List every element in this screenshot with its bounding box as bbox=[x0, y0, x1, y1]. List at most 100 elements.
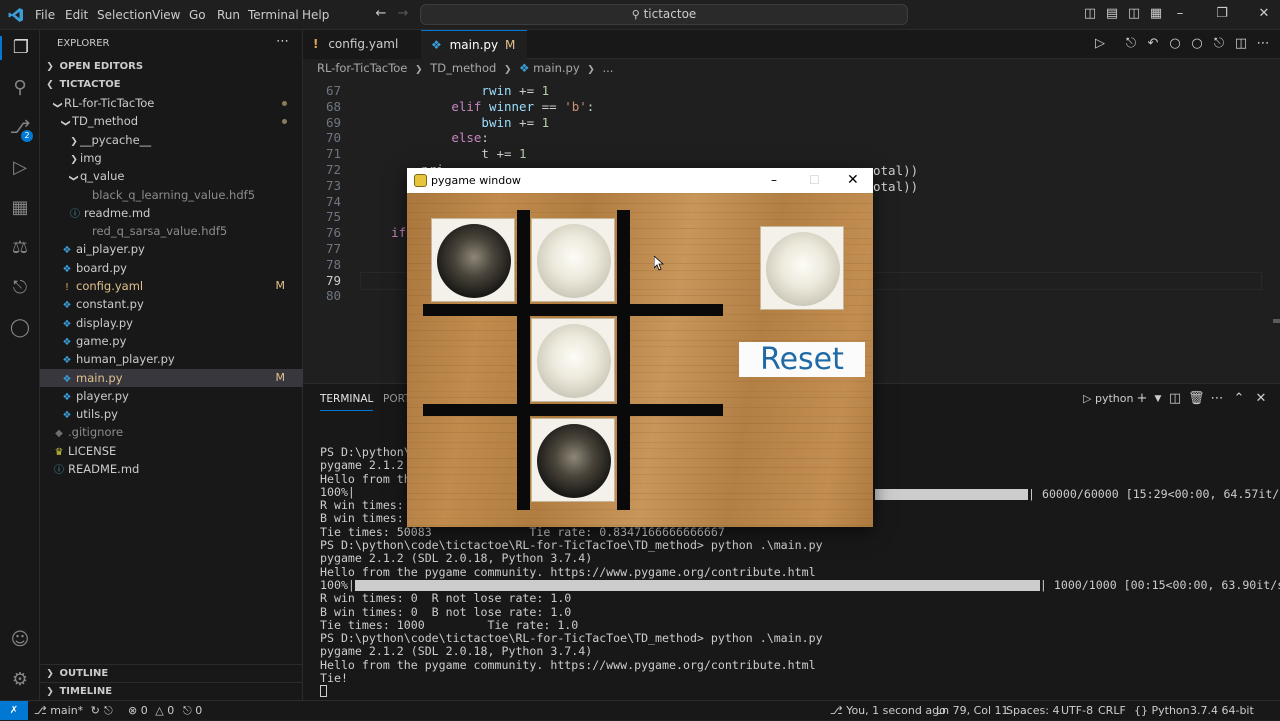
problems-item[interactable]: ⊗ 0 △ 0 bbox=[128, 701, 174, 721]
board-cell[interactable] bbox=[531, 318, 615, 402]
encoding[interactable]: UTF-8 bbox=[1061, 701, 1093, 721]
panel-more-icon[interactable]: ⋯ bbox=[1209, 391, 1225, 407]
tree-item[interactable]: ❖ display.py bbox=[40, 314, 303, 332]
close-panel-icon[interactable]: ✕ bbox=[1253, 391, 1269, 407]
tree-item[interactable]: red_q_sarsa_value.hdf5 bbox=[40, 222, 303, 240]
toggle-blame-icon[interactable]: ⎋ bbox=[1211, 36, 1227, 52]
kill-terminal-icon[interactable]: 🗑 bbox=[1188, 391, 1205, 407]
extensions-icon[interactable]: ▦ bbox=[8, 196, 32, 220]
open-editors-section[interactable]: ❯ OPEN EDITORS bbox=[40, 58, 303, 76]
breadcrumb-item[interactable]: TD_method bbox=[430, 61, 496, 75]
editor-scrollbar[interactable] bbox=[1273, 319, 1280, 323]
split-terminal-icon[interactable]: ◫ bbox=[1167, 391, 1183, 407]
command-center-search[interactable]: ⚲ tictactoe bbox=[420, 4, 908, 25]
go-back-change-icon[interactable]: ↶ bbox=[1145, 36, 1161, 52]
toggle-secondary-sidebar-icon[interactable]: ◫ bbox=[1126, 6, 1142, 22]
tree-item[interactable]: black_q_learning_value.hdf5 bbox=[40, 186, 303, 204]
maximize-window-icon[interactable]: ☐ bbox=[809, 168, 820, 193]
toggle-sidebar-icon[interactable]: ◫ bbox=[1082, 6, 1098, 22]
search-view-icon[interactable]: ⚲ bbox=[8, 76, 32, 100]
settings-gear-icon[interactable]: ⚙ bbox=[8, 668, 32, 692]
breadcrumb-item[interactable]: main.py bbox=[533, 61, 580, 75]
menu-file[interactable]: File bbox=[35, 0, 55, 30]
previous-change-icon[interactable]: ○ bbox=[1167, 36, 1183, 52]
tree-item[interactable]: ⓘ readme.md bbox=[40, 204, 303, 222]
outline-section[interactable]: ❯ OUTLINE bbox=[40, 664, 303, 682]
account-icon[interactable]: ☺ bbox=[8, 628, 32, 652]
menu-go[interactable]: Go bbox=[189, 0, 206, 30]
line-number: 75 bbox=[325, 209, 341, 225]
tree-item[interactable]: ❖ player.py bbox=[40, 387, 303, 405]
close-window-icon[interactable]: ✕ bbox=[1256, 6, 1272, 22]
terminal-shell-selector[interactable]: ▷ python bbox=[1083, 392, 1133, 405]
explorer-more-icon[interactable]: ⋯ bbox=[276, 34, 289, 49]
cursor-position[interactable]: Ln 79, Col 11 bbox=[936, 701, 1009, 721]
menu-edit[interactable]: Edit bbox=[65, 0, 88, 30]
tree-item[interactable]: ! config.yaml M bbox=[40, 277, 303, 295]
python-interpreter[interactable]: 3.7.4 64-bit bbox=[1190, 701, 1254, 721]
board-cell[interactable] bbox=[531, 218, 615, 302]
run-debug-icon[interactable]: ▷ bbox=[8, 156, 32, 180]
tree-item[interactable]: ♛ LICENSE bbox=[40, 442, 303, 460]
forward-arrow-icon[interactable]: → bbox=[395, 6, 411, 22]
next-change-icon[interactable]: ○ bbox=[1189, 36, 1205, 52]
ports-item[interactable]: ⎋ 0 bbox=[183, 701, 202, 721]
end-of-line[interactable]: CRLF bbox=[1098, 701, 1126, 721]
menu-view[interactable]: View bbox=[152, 0, 180, 30]
explorer-icon[interactable]: ❐ bbox=[0, 36, 40, 60]
tree-item[interactable]: ⓘ README.md bbox=[40, 460, 303, 478]
minimize-window-icon[interactable]: – bbox=[1172, 6, 1188, 22]
indentation[interactable]: Spaces: 4 bbox=[1006, 701, 1059, 721]
customize-layout-icon[interactable]: ▦ bbox=[1148, 6, 1164, 22]
language-mode[interactable]: {} Python bbox=[1134, 701, 1190, 721]
tab-config-yaml[interactable]: ! config.yaml M bbox=[303, 30, 421, 80]
tree-item[interactable]: ❖ board.py bbox=[40, 259, 303, 277]
maximize-panel-icon[interactable]: ⌃ bbox=[1231, 391, 1247, 407]
testing-icon[interactable]: ⚖ bbox=[8, 236, 32, 260]
tree-item[interactable]: ❖ utils.py bbox=[40, 405, 303, 423]
remote-explorer-icon[interactable]: ◯ bbox=[8, 316, 32, 340]
board-cell[interactable] bbox=[531, 418, 615, 502]
tree-item[interactable]: ❯ __pycache__ bbox=[40, 131, 303, 149]
split-editor-icon[interactable]: ◫ bbox=[1233, 36, 1249, 52]
remote-indicator[interactable]: ✗ bbox=[0, 701, 28, 720]
close-window-icon[interactable]: ✕ bbox=[847, 168, 859, 193]
breadcrumb-item[interactable]: ... bbox=[602, 61, 613, 75]
tab-terminal[interactable]: TERMINAL bbox=[320, 387, 374, 411]
terminal-dropdown-icon[interactable]: ▼ bbox=[1150, 391, 1166, 407]
tab-main-py[interactable]: ❖ main.py M ✕ bbox=[421, 30, 527, 81]
tree-item[interactable]: ❯ img bbox=[40, 149, 303, 167]
tree-item[interactable]: ◆ .gitignore bbox=[40, 423, 303, 441]
tree-item[interactable]: ❖ constant.py bbox=[40, 295, 303, 313]
new-terminal-icon[interactable]: + bbox=[1134, 391, 1150, 407]
menu-run[interactable]: Run bbox=[217, 0, 240, 30]
tree-item[interactable]: ❖ game.py bbox=[40, 332, 303, 350]
back-arrow-icon[interactable]: ← bbox=[373, 6, 389, 22]
menu-terminal[interactable]: Terminal bbox=[248, 0, 299, 30]
board-cell[interactable] bbox=[431, 218, 515, 302]
run-python-icon[interactable]: ▷ bbox=[1092, 36, 1108, 52]
pygame-title-bar[interactable]: pygame window – ☐ ✕ bbox=[407, 168, 873, 193]
git-graph-icon[interactable]: ⎋ bbox=[8, 276, 32, 300]
workspace-section[interactable]: ❮ TICTACTOE bbox=[40, 76, 303, 94]
open-changes-icon[interactable]: ⎋ bbox=[1123, 36, 1139, 52]
git-graph-status-icon[interactable]: ⎋ bbox=[104, 701, 113, 721]
minimize-window-icon[interactable]: – bbox=[771, 168, 777, 193]
breadcrumb-item[interactable]: RL-for-TicTacToe bbox=[317, 61, 407, 75]
menu-help[interactable]: Help bbox=[302, 0, 329, 30]
tree-item[interactable]: ❮q_value bbox=[40, 167, 303, 185]
timeline-section[interactable]: ❯ TIMELINE bbox=[40, 682, 303, 700]
toggle-panel-icon[interactable]: ▤ bbox=[1104, 6, 1120, 22]
menu-selection[interactable]: Selection bbox=[97, 0, 152, 30]
tree-item[interactable]: ❖ ai_player.py bbox=[40, 240, 303, 258]
maximize-window-icon[interactable]: ❐ bbox=[1214, 6, 1230, 22]
tree-item[interactable]: ❖ human_player.py bbox=[40, 350, 303, 368]
reset-button[interactable]: Reset bbox=[739, 342, 865, 377]
editor-more-icon[interactable]: ⋯ bbox=[1255, 36, 1271, 52]
branch-item[interactable]: ⎇ main* ↻ bbox=[34, 701, 100, 721]
tree-item[interactable]: ❮TD_method bbox=[40, 112, 303, 130]
git-blame-item[interactable]: ⎇ You, 1 second ago bbox=[830, 701, 946, 721]
tree-item[interactable]: ❖ main.py M bbox=[40, 368, 303, 387]
tree-item[interactable]: ❮RL-for-TicTacToe bbox=[40, 94, 303, 112]
tictactoe-board[interactable]: Reset bbox=[407, 193, 873, 527]
